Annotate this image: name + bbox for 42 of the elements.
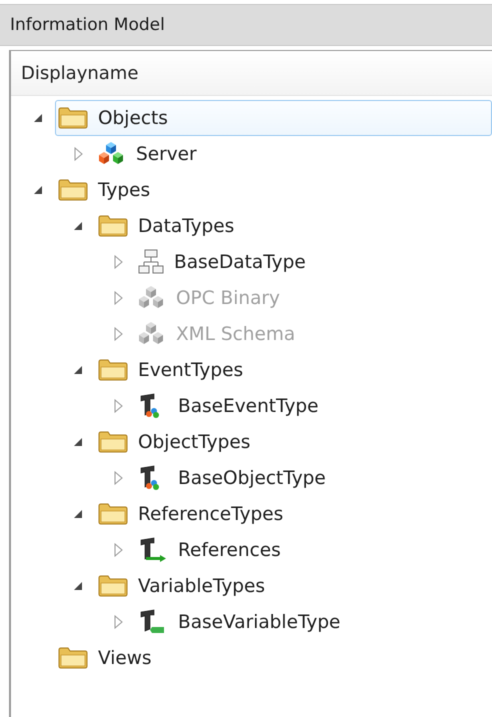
folder-icon (98, 503, 128, 525)
expand-icon[interactable] (114, 615, 122, 629)
cubes-icon (138, 286, 166, 310)
expand-icon[interactable] (114, 471, 122, 485)
collapse-icon[interactable] (73, 581, 83, 591)
tree-item[interactable]: BaseObjectType (135, 460, 492, 496)
type-arrow-icon (138, 537, 168, 563)
hierarchy-icon (138, 249, 164, 275)
column-title: Displayname (21, 62, 138, 84)
collapse-icon[interactable] (73, 437, 83, 447)
tree-item[interactable]: BaseDataType (135, 244, 492, 280)
folder-icon (98, 575, 128, 597)
folder-icon (98, 359, 128, 381)
tree-item[interactable]: Server (95, 136, 492, 172)
tree-item[interactable]: Types (55, 172, 492, 208)
tree-item[interactable]: References (135, 532, 492, 568)
cubes-icon (138, 322, 166, 346)
expand-icon[interactable] (114, 543, 122, 557)
tree-item[interactable]: DataTypes (95, 208, 492, 244)
collapse-icon[interactable] (33, 185, 43, 195)
collapse-icon[interactable] (33, 113, 43, 123)
cubes-icon (98, 142, 126, 166)
folder-icon (58, 647, 88, 669)
expand-icon[interactable] (114, 255, 122, 269)
tree-item[interactable]: BaseVariableType (135, 604, 492, 640)
tree-item[interactable]: BaseEventType (135, 388, 492, 424)
collapse-icon[interactable] (73, 365, 83, 375)
expand-icon[interactable] (74, 147, 82, 161)
tree-item[interactable]: Objects (55, 100, 492, 136)
collapse-icon[interactable] (73, 509, 83, 519)
folder-icon (98, 431, 128, 453)
tree-item[interactable]: ReferenceTypes (95, 496, 492, 532)
tree-item[interactable]: Views (55, 640, 492, 676)
expand-icon[interactable] (114, 399, 122, 413)
tree-item[interactable]: EventTypes (95, 352, 492, 388)
folder-icon (58, 107, 88, 129)
folder-icon (58, 179, 88, 201)
tree-item[interactable]: ObjectTypes (95, 424, 492, 460)
panel-title: Information Model (10, 15, 165, 35)
tree-item[interactable]: VariableTypes (95, 568, 492, 604)
collapse-icon[interactable] (73, 221, 83, 231)
folder-icon (98, 215, 128, 237)
